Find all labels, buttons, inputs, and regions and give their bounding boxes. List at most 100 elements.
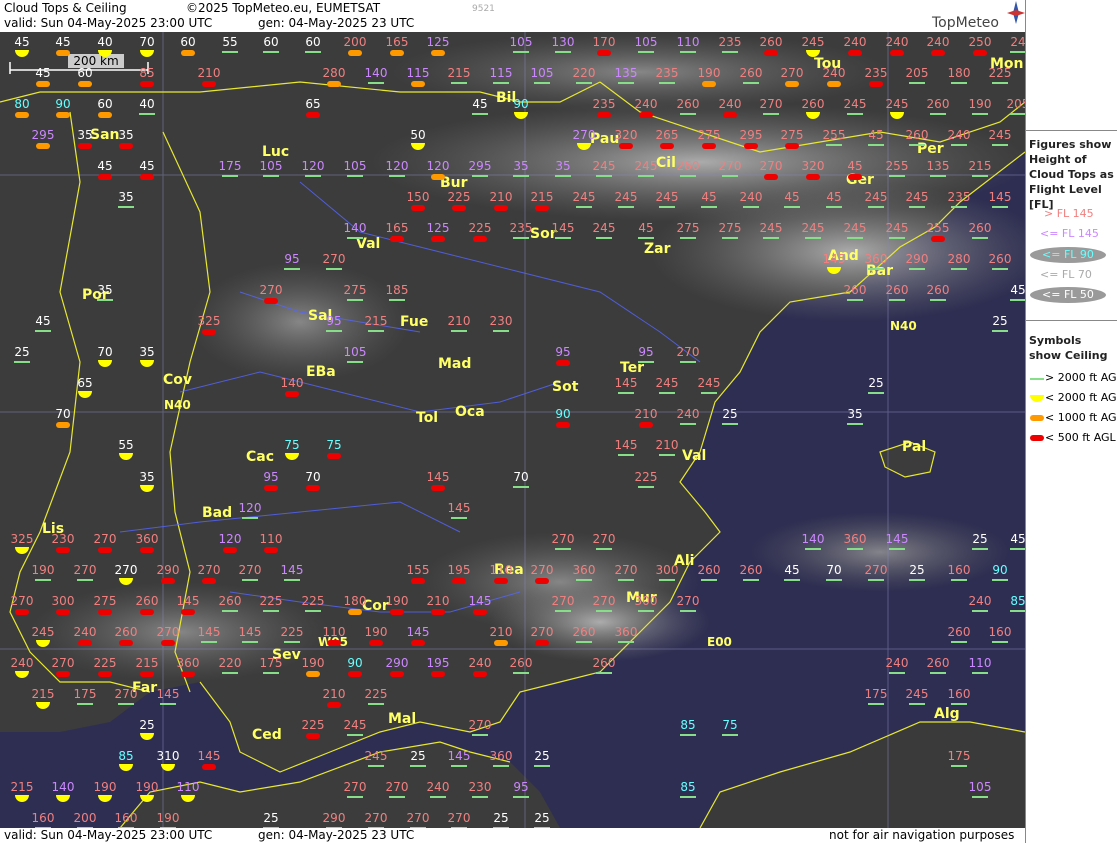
- cloud-top-value: 35: [139, 470, 154, 484]
- cloud-top-value: 240: [969, 594, 992, 608]
- cloud-top-value: 80: [14, 97, 29, 111]
- cloud-top-value: 240: [719, 97, 742, 111]
- ceiling-symbol: [535, 205, 549, 211]
- ceiling-symbol: [15, 112, 29, 118]
- valid-time: valid: Sun 04-May-2025 23:00 UTC: [4, 16, 213, 30]
- cloud-top-value: 255: [823, 128, 846, 142]
- cloud-top-value: 260: [989, 252, 1012, 266]
- ceiling-symbol: [78, 143, 92, 149]
- ceiling-symbol: [556, 360, 570, 366]
- cloud-top-value: 235: [656, 66, 679, 80]
- footer-valid-time: valid: Sun 04-May-2025 23:00 UTC: [4, 828, 213, 842]
- cloud-top-value: 260: [740, 66, 763, 80]
- svg-text:Tol: Tol: [416, 410, 438, 426]
- cloud-top-value: 95: [555, 345, 570, 359]
- ceiling-symbol: [202, 578, 216, 584]
- svg-text:Cac: Cac: [246, 449, 274, 465]
- cloud-top-value: 90: [513, 97, 528, 111]
- cloud-top-value: 45: [97, 159, 112, 173]
- ceiling-symbol: [140, 547, 154, 553]
- ceiling-symbol: [973, 50, 987, 56]
- cloud-top-value: 70: [826, 563, 841, 577]
- ceiling-symbol: [723, 112, 737, 118]
- cloud-top-value: 260: [740, 563, 763, 577]
- cloud-top-value: 25: [534, 749, 549, 763]
- cloud-top-value: 160: [948, 687, 971, 701]
- cloud-top-value: 45: [14, 35, 29, 49]
- cloud-top-value: 270: [615, 563, 638, 577]
- cloud-top-value: 210: [323, 687, 346, 701]
- cloud-top-value: 25: [493, 811, 508, 825]
- cloud-top-value: 175: [948, 749, 971, 763]
- cloud-top-value: 205: [906, 66, 929, 80]
- cloud-top-value: 205: [1007, 97, 1025, 111]
- ceiling-symbol: [98, 174, 112, 180]
- cloud-top-value: 225: [94, 656, 117, 670]
- cloud-top-value: 35: [118, 128, 133, 142]
- ceiling-symbol: [56, 50, 70, 56]
- cloud-top-value: 240: [927, 35, 950, 49]
- cloud-top-value: 245: [865, 190, 888, 204]
- cloud-top-value: 85: [1010, 594, 1025, 608]
- cloud-top-value: 360: [865, 252, 888, 266]
- ceiling-symbol: [140, 609, 154, 615]
- cloud-top-value: 260: [510, 656, 533, 670]
- cloud-top-value: 260: [593, 656, 616, 670]
- cloud-top-value: 90: [347, 656, 362, 670]
- cloud-top-value: 75: [284, 438, 299, 452]
- cloud-top-value: 190: [698, 66, 721, 80]
- svg-text:Cov: Cov: [163, 372, 192, 388]
- ceiling-symbol: [597, 112, 611, 118]
- cloud-top-value: 270: [719, 159, 742, 173]
- ceiling-symbol: [327, 81, 341, 87]
- cloud-top-value: 70: [97, 345, 112, 359]
- cloud-top-value: 45: [55, 35, 70, 49]
- ceiling-symbol: [452, 578, 466, 584]
- cloud-top-value: 85: [139, 66, 154, 80]
- svg-text:Zar: Zar: [644, 241, 671, 257]
- cloud-top-value: 75: [326, 438, 341, 452]
- ceiling-symbol: [494, 640, 508, 646]
- cloud-top-value: 190: [365, 625, 388, 639]
- cloud-top-value: 120: [219, 532, 242, 546]
- ceiling-symbol: [202, 81, 216, 87]
- cloud-top-value: 245: [615, 190, 638, 204]
- lat-label-east: N40: [890, 319, 917, 333]
- legend-ceiling-lt1000: < 1000 ft AGL: [1029, 411, 1117, 424]
- cloud-top-value: 85: [680, 780, 695, 794]
- ceiling-symbol: [223, 547, 237, 553]
- svg-text:EBa: EBa: [306, 364, 336, 380]
- legend-ceiling-lt2000: < 2000 ft AGL: [1029, 391, 1117, 404]
- cloud-top-value: 140: [281, 376, 304, 390]
- cloud-top-value: 145: [198, 749, 221, 763]
- satellite-map[interactable]: 200 km N40 N40 W05 E00 Tou Mon Bil Pau P…: [0, 32, 1025, 828]
- ceiling-symbol: [494, 205, 508, 211]
- cloud-top-value: 70: [305, 470, 320, 484]
- ceiling-symbol: [390, 671, 404, 677]
- cloud-top-value: 75: [722, 718, 737, 732]
- cloud-top-value: 270: [407, 811, 430, 825]
- ceiling-symbol: [556, 422, 570, 428]
- cloud-top-value: 210: [427, 594, 450, 608]
- ceiling-symbol: [390, 236, 404, 242]
- cloud-top-value: 270: [386, 780, 409, 794]
- cloud-top-value: 310: [157, 749, 180, 763]
- ceiling-symbol: [702, 81, 716, 87]
- cloud-top-value: 260: [844, 283, 867, 297]
- cloud-top-value: 45: [35, 66, 50, 80]
- cloud-top-value: 270: [198, 563, 221, 577]
- ceiling-symbol: [161, 578, 175, 584]
- cloud-top-value: 170: [593, 35, 616, 49]
- ceiling-symbol: [764, 174, 778, 180]
- cloud-top-value: 270: [11, 594, 34, 608]
- cloud-top-value: 25: [14, 345, 29, 359]
- cloud-top-value: 290: [906, 252, 929, 266]
- cloud-top-value: 260: [219, 594, 242, 608]
- svg-text:Bad: Bad: [202, 505, 232, 521]
- cloud-top-value: 220: [573, 66, 596, 80]
- cloud-top-value: 45: [472, 97, 487, 111]
- cloud-top-value: 300: [635, 594, 658, 608]
- cloud-top-value: 180: [948, 66, 971, 80]
- cloud-top-value: 125: [427, 221, 450, 235]
- cloud-top-value: 270: [469, 718, 492, 732]
